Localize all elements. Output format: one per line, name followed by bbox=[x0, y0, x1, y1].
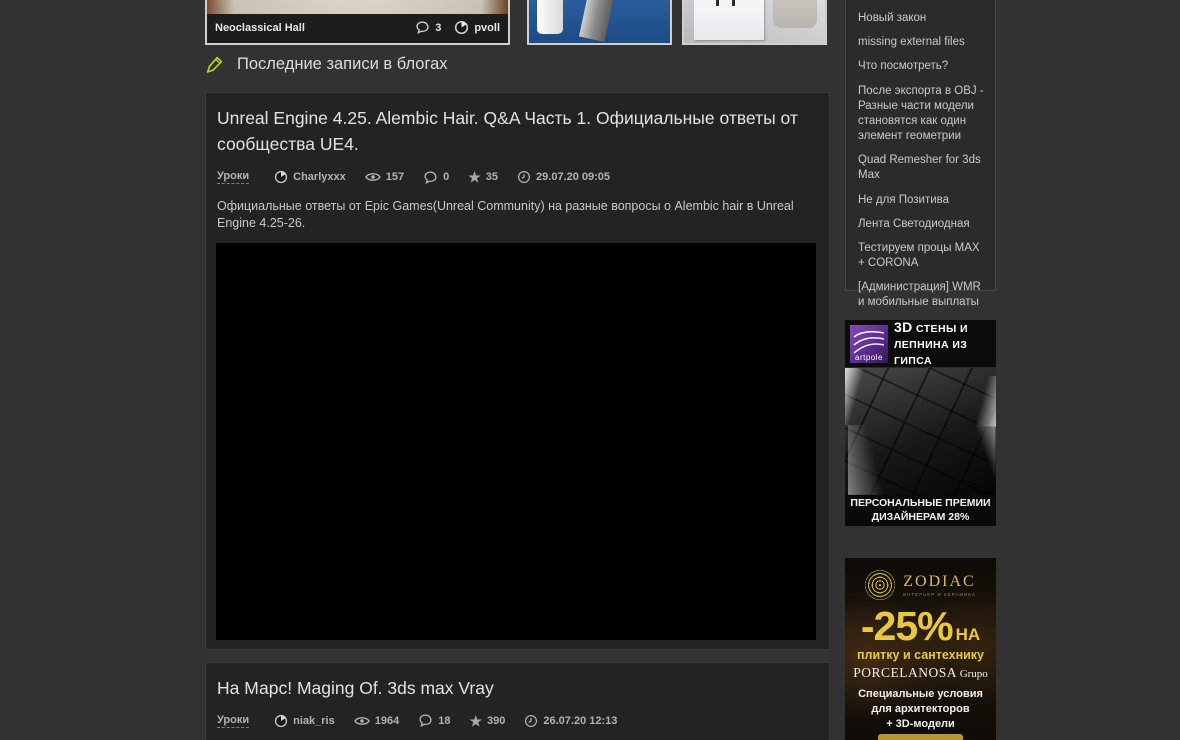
bottle-render bbox=[537, 0, 563, 34]
porcelanosa-label: PORCELANOSA Grupo bbox=[853, 664, 988, 680]
forum-topic-link[interactable]: Новый закон bbox=[858, 11, 985, 26]
gallery-comment-count: 3 bbox=[435, 21, 442, 34]
chair-render bbox=[773, 0, 817, 28]
post-comments-count: 0 bbox=[443, 171, 450, 183]
gallery-author-link[interactable]: pvoll bbox=[474, 22, 500, 34]
forum-topic-link[interactable]: Тестируем процы MAX + CORONA bbox=[858, 241, 985, 271]
forum-topic-link[interactable]: Quad Remesher for 3ds Max bbox=[858, 153, 985, 183]
clock-icon bbox=[517, 170, 531, 184]
forum-topic-link[interactable]: Не для Позитива bbox=[858, 193, 985, 208]
author-avatar-icon bbox=[274, 714, 288, 728]
blog-section-header: Последние записи в блогах bbox=[205, 55, 448, 74]
gypsum-panels-image bbox=[845, 368, 996, 495]
comment-bubble-icon bbox=[418, 713, 433, 728]
grinder-render bbox=[578, 0, 622, 42]
page: Neoclassical Hall 3 pvoll Последние запи… bbox=[0, 0, 1180, 740]
artpole-ad-banner[interactable]: artpole 3D СТЕНЫ И ЛЕПНИНА ИЗ ГИПСА ПЕРС… bbox=[845, 319, 996, 526]
post-rating: 35 bbox=[485, 171, 499, 183]
discount-subline: плитку и сантехнику bbox=[856, 647, 985, 662]
post-date: 26.07.20 12:13 bbox=[543, 714, 618, 727]
comment-bubble-icon bbox=[423, 170, 438, 185]
author-avatar-icon bbox=[454, 20, 469, 35]
gallery-caption: Neoclassical Hall 3 pvoll bbox=[207, 14, 508, 41]
rating-star-icon: ★ bbox=[469, 712, 483, 729]
section-title: Последние записи в блогах bbox=[237, 55, 448, 73]
clock-icon bbox=[524, 714, 538, 728]
post-meta-row: Уроки Charlyxxx 157 0 ★ 35 29.07.20 09:0… bbox=[217, 170, 818, 185]
comment-bubble-icon bbox=[415, 20, 430, 35]
post-author-link[interactable]: Charlyxxx bbox=[293, 171, 346, 183]
zodiac-brand-label: ZODIAC bbox=[903, 573, 976, 590]
artpole-brand-label: artpole bbox=[855, 352, 883, 362]
blog-post-card: На Марс! Maging Of. 3ds max Vray Уроки n… bbox=[205, 662, 830, 740]
author-avatar-icon bbox=[274, 170, 288, 184]
artpole-ad-footer: ПЕРСОНАЛЬНЫЕ ПРЕМИИ ДИЗАЙНЕРАМ 28% bbox=[845, 495, 996, 526]
forum-topic-link[interactable]: Что посмотреть? bbox=[858, 59, 985, 74]
forum-topic-link[interactable]: missing external files bbox=[858, 35, 985, 50]
rating-star-icon: ★ bbox=[468, 169, 481, 185]
gallery-thumbnail[interactable] bbox=[684, 0, 825, 43]
post-title-link[interactable]: Unreal Engine 4.25. Alembic Hair. Q&A Ча… bbox=[217, 105, 818, 158]
post-author-link[interactable]: niak_ris bbox=[293, 715, 335, 727]
gallery-title[interactable]: Neoclassical Hall bbox=[215, 22, 305, 34]
ad-conditions-text: Специальные условия для архитекторов + 3… bbox=[858, 687, 983, 730]
post-meta-row: Уроки niak_ris 1964 18 ★ 390 26.07.20 12… bbox=[217, 713, 818, 728]
desk-render bbox=[694, 0, 764, 40]
category-link[interactable]: Уроки bbox=[217, 714, 250, 728]
zodiac-ad-button[interactable] bbox=[878, 734, 963, 740]
post-date: 29.07.20 09:05 bbox=[536, 171, 611, 183]
post-views-count: 157 bbox=[385, 171, 405, 183]
zodiac-logo-icon bbox=[865, 570, 896, 600]
gallery-card-grinder[interactable] bbox=[527, 0, 672, 45]
post-comments-count: 18 bbox=[438, 714, 451, 727]
zodiac-brand-subtitle: ИНТЕРЬЕР И КЕРАМИКА bbox=[903, 592, 976, 597]
forum-topic-link[interactable]: [Администрация] WMR и мобильные выплаты bbox=[858, 280, 985, 310]
artpole-ad-title: 3D СТЕНЫ И ЛЕПНИНА ИЗ ГИПСА bbox=[894, 319, 968, 367]
gallery-card-interior[interactable] bbox=[682, 0, 827, 45]
decor-render bbox=[732, 0, 735, 6]
forum-topics-box: Новый закон missing external files Что п… bbox=[845, 0, 996, 308]
gallery-thumbnail[interactable] bbox=[207, 0, 508, 14]
video-embed-player[interactable] bbox=[216, 242, 816, 640]
forum-topic-link[interactable]: После экспорта в OBJ - Разные части моде… bbox=[858, 84, 985, 145]
discount-headline: -25% НА bbox=[860, 603, 981, 649]
category-link[interactable]: Уроки bbox=[217, 170, 250, 184]
gallery-card-neoclassical-hall[interactable]: Neoclassical Hall 3 pvoll bbox=[205, 0, 510, 45]
decor-render bbox=[716, 0, 719, 6]
blog-post-card: Unreal Engine 4.25. Alembic Hair. Q&A Ча… bbox=[205, 92, 830, 680]
post-rating: 390 bbox=[487, 714, 506, 727]
post-title-link[interactable]: На Марс! Maging Of. 3ds max Vray bbox=[217, 675, 818, 701]
views-eye-icon bbox=[364, 171, 381, 183]
post-excerpt: Официальные ответы от Epic Games(Unreal … bbox=[217, 198, 794, 231]
zodiac-ad-banner[interactable]: ZODIAC ИНТЕРЬЕР И КЕРАМИКА -25% НА плитку… bbox=[845, 558, 996, 740]
post-views-count: 1964 bbox=[374, 714, 400, 727]
views-eye-icon bbox=[353, 715, 370, 727]
gallery-thumbnail[interactable] bbox=[529, 0, 670, 43]
pencil-icon bbox=[205, 55, 224, 74]
artpole-logo: artpole bbox=[850, 324, 888, 363]
artpole-ad-header: artpole 3D СТЕНЫ И ЛЕПНИНА ИЗ ГИПСА bbox=[845, 319, 996, 368]
forum-topic-link[interactable]: Лента Светодиодная bbox=[858, 217, 985, 232]
